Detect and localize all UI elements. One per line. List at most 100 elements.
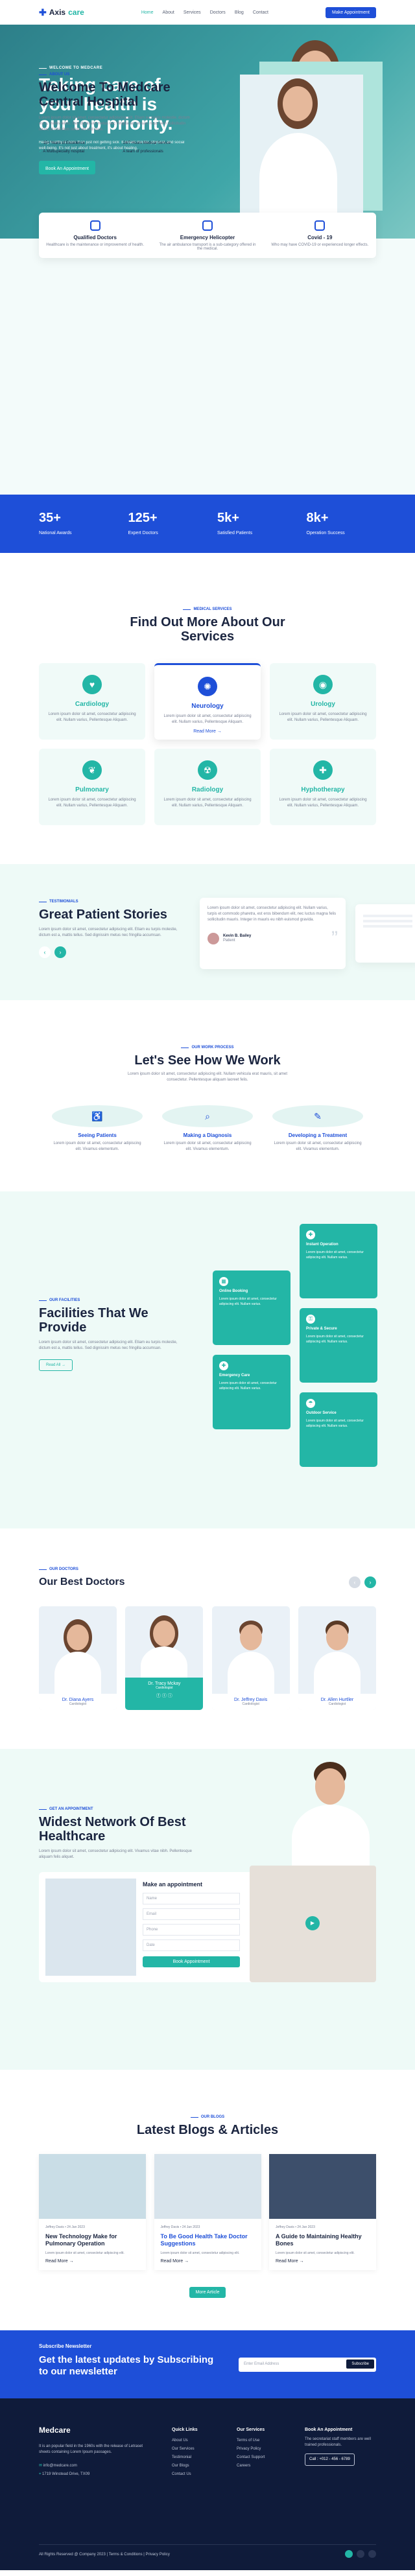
doctor-card[interactable]: Dr. Diana Ayers Cardiologist xyxy=(39,1606,117,1710)
footer-appointment: Book An Appointment The secretariat staf… xyxy=(305,2426,376,2466)
logo[interactable]: ✚ Axis care xyxy=(39,7,84,18)
facility-text: Lorem ipsum dolor sit amet, consectetur … xyxy=(306,1250,364,1259)
service-title: Pulmonary xyxy=(75,786,109,793)
doctor-card[interactable]: Dr. Tracy Mckay Cardiologist ⓕ ⓣ ⓘ xyxy=(125,1606,204,1710)
footer-link[interactable]: Contact Support xyxy=(237,2453,265,2462)
footer-link[interactable]: Terms of Use xyxy=(237,2437,265,2445)
nav-home[interactable]: Home xyxy=(141,10,154,15)
make-appointment-button[interactable]: Make Appointment xyxy=(326,6,376,18)
about-appointment-button[interactable]: Book An Appointment xyxy=(39,163,95,174)
service-card-urology[interactable]: ◉ Urology Lorem ipsum dolor sit amet, cons… xyxy=(270,663,376,740)
facility-title: Online Booking xyxy=(219,1289,248,1293)
next-doctor-button[interactable]: › xyxy=(364,1576,376,1588)
appointment-panel: Make an appointment Name Email Phone Dat… xyxy=(39,1866,376,1982)
read-more-link[interactable]: Read More → xyxy=(45,2259,139,2264)
work-step: ⌕ Making a Diagnosis Lorem ipsum dolor sit… xyxy=(162,1105,253,1153)
medical-cross-icon: ✚ xyxy=(39,6,47,18)
consultation-image: ▶ xyxy=(250,1866,376,1982)
lungs-icon: ❦ xyxy=(82,760,102,780)
read-more-link[interactable]: Read More → xyxy=(161,2259,255,2264)
footer-link[interactable]: Contact Us xyxy=(172,2470,198,2479)
blog-text: Lorem ipsum dolor sit amet, consectetur … xyxy=(276,2251,355,2255)
nav-about[interactable]: About xyxy=(163,10,174,15)
newsletter-eyebrow: Subscribe Newsletter xyxy=(39,2343,92,2349)
service-card-cardiology[interactable]: ♥ Cardiology Lorem ipsum dolor sit amet, c… xyxy=(39,663,145,740)
step-text: Lorem ipsum dolor sit amet, consectetur … xyxy=(53,1142,141,1151)
nav-doctors[interactable]: Doctors xyxy=(210,10,226,15)
email-input[interactable]: Enter Email Address xyxy=(244,2362,279,2366)
service-card-pulmonary[interactable]: ❦ Pulmonary Lorem ipsum dolor sit amet, co… xyxy=(39,749,145,825)
service-card-hyphotherapy[interactable]: ✚ Hyphotherapy Lorem ipsum dolor sit amet,… xyxy=(270,749,376,825)
testimonials-title: Great Patient Stories xyxy=(39,907,167,922)
newsletter-section: Subscribe Newsletter Get the latest upda… xyxy=(0,2330,415,2398)
work-eyebrow: OUR WORK PROCESS xyxy=(0,1046,415,1049)
ambulance-icon: ✚ xyxy=(219,1361,228,1370)
twitter-icon[interactable] xyxy=(357,2550,364,2558)
blog-title[interactable]: A Guide to Maintaining Healthy Bones xyxy=(276,2233,370,2247)
blog-title[interactable]: To Be Good Health Take Doctor Suggestion… xyxy=(161,2233,255,2247)
facebook-icon[interactable] xyxy=(345,2550,353,2558)
service-text: Lorem ipsum dolor sit amet, consectetur … xyxy=(48,712,136,722)
blog-card[interactable]: Jeffrey Davis • 24 Jan 2023 New Technolog… xyxy=(39,2154,146,2270)
nav-contact[interactable]: Contact xyxy=(253,10,268,15)
date-field[interactable]: Date xyxy=(143,1939,240,1951)
blog-image xyxy=(269,2154,376,2219)
facility-title: Instant Operation xyxy=(306,1243,338,1247)
facility-text: Lorem ipsum dolor sit amet, consectetur … xyxy=(306,1419,364,1428)
blogs-section: OUR BLOGS Latest Blogs & Articles Jeffre… xyxy=(0,2070,415,2330)
footer-email[interactable]: ✉ info@medcare.com xyxy=(39,2462,149,2470)
blog-card[interactable]: Jeffrey Davis • 24 Jan 2023 A Guide to Ma… xyxy=(269,2154,376,2270)
service-title: Hyphotherapy xyxy=(301,786,345,793)
facilities-eyebrow: OUR FACILITIES xyxy=(39,1298,188,1302)
newsletter-form: Enter Email Address Subscribe xyxy=(239,2358,376,2372)
footer-link[interactable]: Our Services xyxy=(172,2445,198,2453)
phone-field[interactable]: Phone xyxy=(143,1924,240,1936)
stat-item: 125+ Expert Doctors xyxy=(128,511,198,537)
doctor-card[interactable]: Dr. Jeffrey Davis Cardiologist xyxy=(211,1606,290,1710)
email-field[interactable]: Email xyxy=(143,1908,240,1920)
more-article-button[interactable]: More Article xyxy=(189,2287,226,2298)
doctor-card[interactable]: Dr. Allen Hurtller Cardiologist xyxy=(298,1606,376,1710)
stat-label: National Awards xyxy=(39,530,72,535)
read-all-button[interactable]: Read All → xyxy=(39,1359,73,1371)
phone-button[interactable]: Call : +012 - 456 - 6789 xyxy=(305,2453,355,2466)
service-card-neurology[interactable]: ✺ Neurology Lorem ipsum dolor sit amet, co… xyxy=(154,663,261,740)
doctors-eyebrow: OUR DOCTORS xyxy=(39,1567,376,1571)
read-more-link[interactable]: Read More → xyxy=(276,2259,370,2264)
blog-title[interactable]: New Technology Make for Pulmonary Operat… xyxy=(45,2233,139,2247)
next-arrow-button[interactable]: › xyxy=(54,946,66,958)
nav-services[interactable]: Services xyxy=(184,10,201,15)
facility-title: Outdoor Service xyxy=(306,1411,337,1415)
service-card-radiology[interactable]: ☢ Radiology Lorem ipsum dolor sit amet, co… xyxy=(154,749,261,825)
blog-card[interactable]: Jeffrey Davis • 24 Jan 2023 To Be Good He… xyxy=(154,2154,261,2270)
instagram-icon[interactable] xyxy=(368,2550,376,2558)
blogs-eyebrow: OUR BLOGS xyxy=(0,2115,415,2119)
book-appointment-button[interactable]: Book Appointment xyxy=(143,1956,240,1967)
footer-link[interactable]: About Us xyxy=(172,2437,198,2445)
prev-arrow-button[interactable]: ‹ xyxy=(39,946,51,958)
read-more-link[interactable]: Read More → xyxy=(161,729,254,734)
therapy-icon: ✚ xyxy=(313,760,333,780)
feature-text: Healthcare is the maintenance or improve… xyxy=(46,243,145,247)
footer-link[interactable]: Our Blogs xyxy=(172,2462,198,2470)
site-footer: Medcare It is an popular field in the 19… xyxy=(0,2398,415,2570)
work-step: ✎ Developing a Treatment Lorem ipsum dolor… xyxy=(272,1105,363,1153)
prev-doctor-button[interactable]: ‹ xyxy=(349,1576,361,1588)
doctor-role: Cardiologist xyxy=(69,1702,87,1706)
services-section: MEDICAL SERVICES Find Out More About Our… xyxy=(0,553,415,864)
network-doctor-image xyxy=(285,1762,376,1872)
name-field[interactable]: Name xyxy=(143,1893,240,1904)
calendar-icon: ▦ xyxy=(219,1277,228,1286)
nav-blog[interactable]: Blog xyxy=(235,10,244,15)
footer-link[interactable]: Testimonial xyxy=(172,2453,198,2462)
footer-address: ⌖ 1719 Winstead Drive, TX09 xyxy=(39,2470,149,2479)
stat-item: 5k+ Satisfied Patients xyxy=(217,511,287,537)
subscribe-button[interactable]: Subscribe xyxy=(346,2359,374,2369)
footer-link[interactable]: Privacy Policy xyxy=(237,2445,265,2453)
footer-link[interactable]: Careers xyxy=(237,2462,265,2470)
clipboard-icon: ✎ xyxy=(272,1105,363,1127)
newsletter-title: Get the latest updates by Subscribing to… xyxy=(39,2354,214,2377)
service-title: Cardiology xyxy=(75,701,110,708)
social-icons[interactable]: ⓕ ⓣ ⓘ xyxy=(125,1692,203,1699)
play-video-button[interactable]: ▶ xyxy=(305,1916,320,1930)
